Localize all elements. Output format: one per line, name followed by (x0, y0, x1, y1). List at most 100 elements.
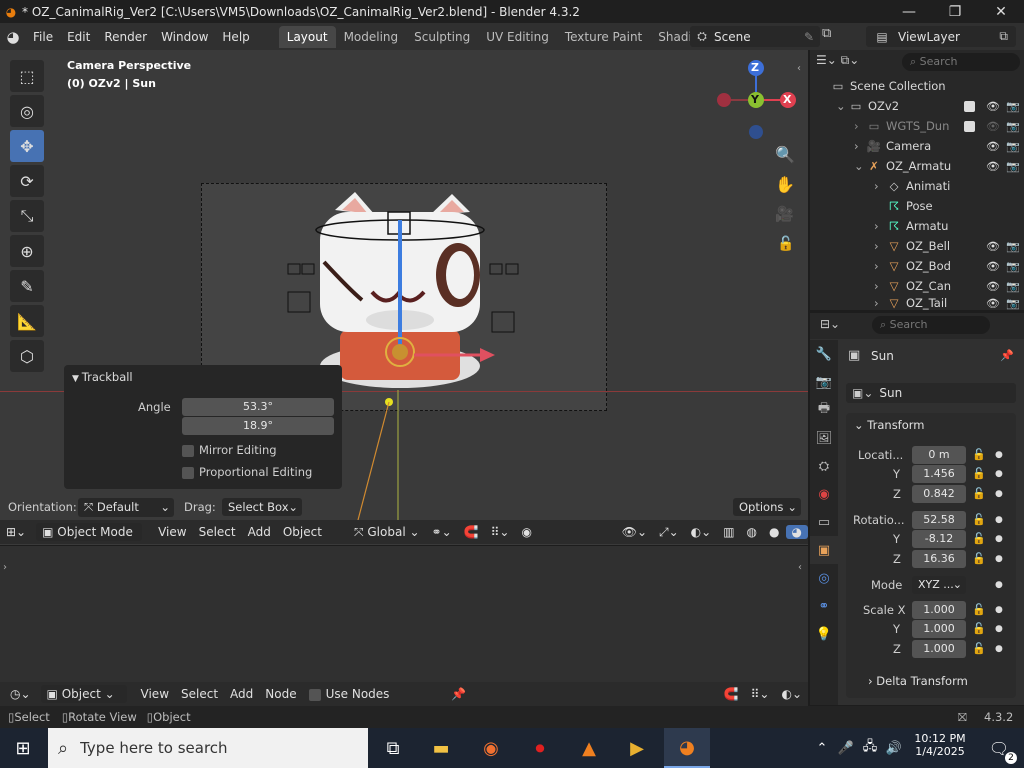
properties-type-icon[interactable]: ⊟⌄ (820, 317, 840, 331)
tab-sculpting[interactable]: Sculpting (406, 26, 478, 48)
material-shading-icon[interactable]: ◕ (785, 525, 808, 539)
eye-icon[interactable]: 👁 (986, 297, 1000, 310)
file-explorer-icon[interactable]: ▬ (418, 728, 464, 768)
location-z-field[interactable]: 0.842 (912, 485, 966, 503)
scene-selector[interactable]: ⛭ Scene ✎ (690, 26, 820, 47)
keyframe-dot-icon[interactable]: ● (995, 580, 1003, 590)
new-viewlayer-icon[interactable]: ⧉ (999, 29, 1008, 44)
pivot-icon[interactable]: ⚭⌄ (426, 525, 458, 539)
outliner-row[interactable]: › ▭ WGTS_Dun 👁 📷 (854, 116, 1024, 136)
lock-icon[interactable]: 🔓 (972, 487, 986, 500)
microphone-icon[interactable]: 🎤 (836, 728, 856, 768)
outliner-row[interactable]: › ☈ Armatu (874, 216, 1024, 236)
proportional-editing-checkbox[interactable]: Proportional Editing (182, 465, 312, 479)
use-nodes-checkbox[interactable]: Use Nodes (303, 687, 396, 701)
scale-x-field[interactable]: 1.000 (912, 601, 966, 619)
render-camera-icon[interactable]: 📷 (1006, 140, 1020, 153)
snap-icon[interactable]: 🧲 (718, 687, 745, 701)
properties-search-input[interactable]: ⌕ Search (872, 316, 990, 334)
editor-type-icon[interactable]: ◷⌄ (4, 687, 37, 701)
outliner-type-icon[interactable]: ☰⌄ ⧉⌄ (816, 53, 876, 73)
expand-icon[interactable]: › (854, 119, 866, 133)
keyframe-dot-icon[interactable]: ● (995, 450, 1003, 460)
menu-select[interactable]: Select (193, 525, 242, 539)
tab-layout[interactable]: Layout (278, 25, 336, 48)
keyframe-dot-icon[interactable]: ● (995, 644, 1003, 654)
network-icon[interactable]: 🖧 (860, 728, 880, 768)
keyframe-dot-icon[interactable]: ● (995, 534, 1003, 544)
eye-icon[interactable]: 👁 (986, 260, 1000, 273)
pin-icon[interactable]: ✎ (804, 30, 814, 44)
maximize-button[interactable]: ❐ (932, 0, 978, 23)
gizmo-toggle-icon[interactable]: ⤢⌄ (653, 525, 685, 540)
lock-icon[interactable]: 🔓 (972, 552, 986, 565)
transform-orientation-dropdown[interactable]: ⤧ Global ⌄ (348, 525, 426, 540)
firefox-icon[interactable]: ◉ (468, 728, 514, 768)
collection-checkbox[interactable] (964, 100, 975, 112)
scene-tab-icon[interactable]: ⛭ (810, 452, 838, 480)
outliner-row[interactable]: ⌄ ▭ OZv2 👁 📷 (836, 96, 1024, 116)
data-tab-icon[interactable]: 💡 (810, 620, 838, 648)
lock-icon[interactable]: 🔓 (972, 513, 986, 526)
collapse-chevron-icon[interactable]: ▼ (72, 374, 82, 384)
lock-icon[interactable]: 🔓 (972, 532, 986, 545)
menu-help[interactable]: Help (215, 30, 256, 44)
angle-field-1[interactable]: 53.3° (182, 398, 334, 416)
expand-icon[interactable]: › (854, 139, 866, 153)
node-menu-view[interactable]: View (135, 687, 175, 701)
tab-modeling[interactable]: Modeling (336, 26, 407, 48)
pan-hand-icon[interactable]: ✋ (775, 175, 795, 194)
eye-icon[interactable]: 👁 (986, 120, 1000, 133)
camera-view-icon[interactable]: 🎥 (775, 205, 794, 223)
keyframe-dot-icon[interactable]: ● (995, 515, 1003, 525)
editor-type-icon[interactable]: ⊞⌄ (0, 525, 32, 539)
render-camera-icon[interactable]: 📷 (1006, 100, 1020, 113)
keyframe-dot-icon[interactable]: ● (995, 554, 1003, 564)
keyframe-dot-icon[interactable]: ● (995, 489, 1003, 499)
output-tab-icon[interactable]: 🖶 (810, 396, 838, 424)
record-app-icon[interactable]: ⏺ (517, 728, 563, 768)
view-layer-tab-icon[interactable]: 🖼 (810, 424, 838, 452)
eye-icon[interactable]: 👁 (986, 280, 1000, 293)
solid-shading-icon[interactable]: ● (763, 525, 785, 539)
lock-icon[interactable]: 🔓 (972, 603, 986, 616)
mirror-editing-checkbox[interactable]: Mirror Editing (182, 443, 277, 457)
lock-icon[interactable]: 🔓 (972, 622, 986, 635)
add-cube-tool-icon[interactable]: ⬡ (10, 340, 44, 372)
move-tool-icon[interactable]: ✥ (10, 130, 44, 162)
outliner-row[interactable]: ▭ Scene Collection (830, 76, 1024, 96)
node-type-dropdown[interactable]: ▣ Object ⌄ (40, 685, 127, 703)
rotation-mode-dropdown[interactable]: XYZ ... ⌄ (912, 576, 966, 594)
rotate-tool-icon[interactable]: ⟳ (10, 165, 44, 197)
expand-icon[interactable]: › (874, 179, 886, 193)
expand-icon[interactable]: › (874, 279, 886, 293)
new-scene-icon[interactable]: ⧉ (822, 26, 840, 47)
location-y-field[interactable]: 1.456 (912, 465, 966, 483)
rotation-x-field[interactable]: 52.58 (912, 511, 966, 529)
rotation-y-field[interactable]: -8.12 (912, 530, 966, 548)
transform-header[interactable]: ⌄ Transform (854, 418, 925, 432)
blender-menu-icon[interactable]: ◕ (0, 28, 26, 46)
menu-file[interactable]: File (26, 30, 60, 44)
expand-icon[interactable]: ⌄ (854, 159, 866, 173)
clock[interactable]: 10:12 PM 1/4/2025 (912, 732, 968, 758)
render-camera-icon[interactable]: 📷 (1006, 260, 1020, 273)
video-editor-icon[interactable]: ▶ (614, 728, 660, 768)
overlay-icon[interactable]: ◐⌄ (775, 687, 808, 701)
pin-icon[interactable]: 📌 (445, 687, 472, 701)
scale-z-field[interactable]: 1.000 (912, 640, 966, 658)
object-name-field[interactable]: ▣⌄ Sun (846, 383, 1016, 403)
outliner-row[interactable]: ⌄ ✗ OZ_Armatu 👁 📷 (854, 156, 1024, 176)
sidebar-toggle-icon[interactable]: ‹ (797, 63, 801, 74)
snap-target-icon[interactable]: ⠿⌄ (745, 687, 776, 701)
render-camera-icon[interactable]: 📷 (1006, 297, 1020, 310)
pin-icon[interactable]: 📌 (1000, 349, 1014, 362)
sidebar-toggle-icon[interactable]: ‹ (798, 562, 802, 573)
object-tab-icon[interactable]: ▣ (810, 536, 838, 564)
eye-icon[interactable]: 👁 (986, 100, 1000, 113)
overlay-icon[interactable]: ◐⌄ (685, 525, 718, 539)
lock-icon[interactable]: 🔓 (972, 448, 986, 461)
taskbar-search-input[interactable]: ⌕ Type here to search (48, 728, 368, 768)
wireframe-shading-icon[interactable]: ◍ (741, 525, 763, 539)
constraints-tab-icon[interactable]: ⚭ (810, 592, 838, 620)
